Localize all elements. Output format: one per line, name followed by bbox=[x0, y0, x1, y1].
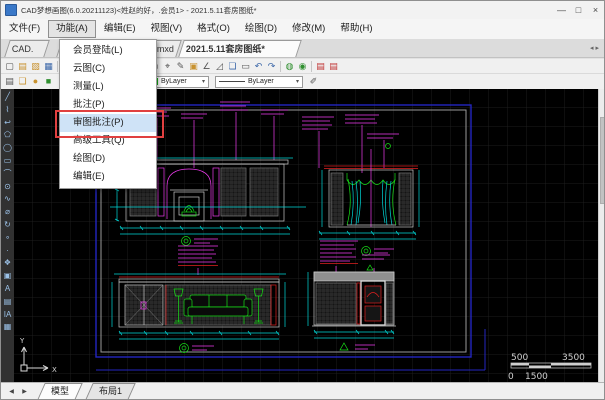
draw-tools-toolbar: ╱ ⌇ ↩ ⬠ ◯ ▭ ⌒ ⊙ ∿ ⌀ ↻ ∘ · ❖ ▣ A ▤ IA ▦ bbox=[1, 89, 14, 382]
donut-tool-icon[interactable]: ⊙ bbox=[1, 181, 14, 194]
menu-view[interactable]: 视图(V) bbox=[143, 20, 189, 38]
app-icon bbox=[5, 4, 17, 16]
arc-tool-icon[interactable]: ⌒ bbox=[1, 168, 14, 181]
pan-icon[interactable]: ⌖ bbox=[161, 60, 174, 73]
cloud-icon[interactable]: ◍ bbox=[283, 60, 296, 73]
close-button[interactable]: × bbox=[587, 1, 604, 19]
line-tool-icon[interactable]: ╱ bbox=[1, 91, 14, 104]
chevron-down-icon: ▾ bbox=[202, 78, 205, 85]
point-tool-icon[interactable]: ∘ bbox=[1, 232, 14, 245]
revcloud-tool-icon[interactable]: ↻ bbox=[1, 219, 14, 232]
redo-icon[interactable]: ↷ bbox=[265, 60, 278, 73]
menu-draw[interactable]: 绘图(D) bbox=[238, 20, 284, 38]
layout-tabbar: ◀ ▶ 模型 布局1 bbox=[1, 382, 604, 400]
tab-model[interactable]: 模型 bbox=[37, 383, 83, 400]
text-tool-icon[interactable]: A bbox=[1, 283, 14, 296]
chevron-down-icon: ▾ bbox=[296, 78, 299, 85]
tab-cad-doc[interactable]: CAD. bbox=[4, 40, 50, 57]
menu-item-review-annotate[interactable]: 审图批注(P) bbox=[60, 114, 156, 132]
color-combo-value: ByLayer bbox=[161, 78, 187, 85]
angle-icon[interactable]: ◿ bbox=[213, 60, 226, 73]
measure-icon[interactable]: ∠ bbox=[200, 60, 213, 73]
tab-active-doc[interactable]: 2021.5.11套房图纸* bbox=[178, 40, 302, 57]
linetype-combo[interactable]: ByLayer ▾ bbox=[215, 76, 303, 88]
circle-tool-icon[interactable]: ◯ bbox=[1, 142, 14, 155]
ucs-y-label: Y bbox=[19, 337, 25, 345]
toolbar-separator bbox=[57, 61, 58, 72]
spline-tool-icon[interactable]: ∿ bbox=[1, 193, 14, 206]
function-menu-dropdown: 会员登陆(L) 云图(C) 测量(L) 批注(P) 审图批注(P) 高级工具(Q… bbox=[59, 39, 157, 189]
tab-layout1[interactable]: 布局1 bbox=[85, 383, 136, 400]
menu-edit[interactable]: 编辑(E) bbox=[97, 20, 143, 38]
rectangle-tool-icon[interactable]: ▭ bbox=[1, 155, 14, 168]
linetype-combo-value: ByLayer bbox=[248, 78, 274, 85]
ruler-value-1500: 1500 bbox=[525, 372, 548, 382]
menu-function[interactable]: 功能(A) bbox=[48, 20, 96, 38]
polyline-tool-icon[interactable]: ⌇ bbox=[1, 104, 14, 117]
menu-item-cloud-drawing[interactable]: 云图(C) bbox=[60, 60, 156, 78]
window-select-icon[interactable]: ❏ bbox=[226, 60, 239, 73]
menu-format[interactable]: 格式(O) bbox=[190, 20, 237, 38]
hatch-tool-icon[interactable]: ▦ bbox=[1, 321, 14, 334]
image-icon[interactable]: ▣ bbox=[187, 60, 200, 73]
print-icon[interactable]: ▤ bbox=[3, 75, 16, 88]
window-title: CAD梦想画图(6.0.20211123)<姓赵的好，.会员1> - 2021.… bbox=[21, 5, 553, 16]
undo-icon[interactable]: ↶ bbox=[252, 60, 265, 73]
pdf-icon[interactable]: ▤ bbox=[314, 60, 327, 73]
block-tool-icon[interactable]: ❖ bbox=[1, 257, 14, 270]
ucs-x-label: X bbox=[52, 366, 57, 374]
screen-icon[interactable]: ▭ bbox=[239, 60, 252, 73]
polygon-tool-icon[interactable]: ⬠ bbox=[1, 129, 14, 142]
node-tool-icon[interactable]: · bbox=[1, 245, 14, 258]
save-file-icon[interactable]: ▦ bbox=[42, 60, 55, 73]
new-file-icon[interactable]: ▢ bbox=[3, 60, 16, 73]
tab-scroll-arrows[interactable]: ◂▸ bbox=[590, 44, 601, 52]
toolbar-separator bbox=[311, 61, 312, 72]
toolbar-separator bbox=[280, 61, 281, 72]
pan-hand-icon[interactable]: ❑ bbox=[16, 75, 29, 88]
vertical-scrollbar[interactable] bbox=[598, 89, 605, 382]
maximize-button[interactable]: □ bbox=[570, 1, 587, 19]
menu-help[interactable]: 帮助(H) bbox=[333, 20, 379, 38]
menu-item-measure[interactable]: 测量(L) bbox=[60, 78, 156, 96]
attribute-tool-icon[interactable]: IA bbox=[1, 309, 14, 322]
menu-item-advanced-tools[interactable]: 高级工具(Q) bbox=[60, 132, 156, 150]
sketch-icon[interactable]: ✎ bbox=[174, 60, 187, 73]
image-tool-icon[interactable]: ▤ bbox=[1, 296, 14, 309]
point-style-icon[interactable]: ● bbox=[29, 75, 42, 88]
tab-prev-arrow[interactable]: ◀ bbox=[5, 383, 18, 400]
menu-item-member-login[interactable]: 会员登陆(L) bbox=[60, 42, 156, 60]
import-icon[interactable]: ▧ bbox=[29, 60, 42, 73]
ruler-value-500: 500 bbox=[511, 353, 528, 363]
ellipse-tool-icon[interactable]: ⌀ bbox=[1, 206, 14, 219]
ruler-value-0: 0 bbox=[508, 372, 514, 382]
minimize-button[interactable]: — bbox=[553, 1, 570, 19]
menu-item-draw[interactable]: 绘图(D) bbox=[60, 150, 156, 168]
titlebar: CAD梦想画图(6.0.20211123)<姓赵的好，.会员1> - 2021.… bbox=[1, 1, 604, 19]
menu-item-edit[interactable]: 编辑(E) bbox=[60, 168, 156, 186]
tab-next-arrow[interactable]: ▶ bbox=[18, 383, 31, 400]
menubar: 文件(F) 功能(A) 编辑(E) 视图(V) 格式(O) 绘图(D) 修改(M… bbox=[1, 19, 604, 39]
ruler-value-3500: 3500 bbox=[562, 353, 585, 363]
menu-item-annotate[interactable]: 批注(P) bbox=[60, 96, 156, 114]
pdf-batch-icon[interactable]: ▤ bbox=[327, 60, 340, 73]
web-icon[interactable]: ◉ bbox=[296, 60, 309, 73]
app-window: CAD梦想画图(6.0.20211123)<姓赵的好，.会员1> - 2021.… bbox=[0, 0, 605, 400]
menu-file[interactable]: 文件(F) bbox=[2, 20, 47, 38]
scrollbar-thumb[interactable] bbox=[600, 117, 605, 204]
insert-tool-icon[interactable]: ▣ bbox=[1, 270, 14, 283]
pencil-icon[interactable]: ✐ bbox=[307, 75, 320, 88]
linetype-sample bbox=[219, 81, 245, 82]
layer-icon[interactable]: ■ bbox=[42, 75, 55, 88]
undo-tool-icon[interactable]: ↩ bbox=[1, 117, 14, 130]
menu-modify[interactable]: 修改(M) bbox=[285, 20, 332, 38]
open-file-icon[interactable]: ▤ bbox=[16, 60, 29, 73]
